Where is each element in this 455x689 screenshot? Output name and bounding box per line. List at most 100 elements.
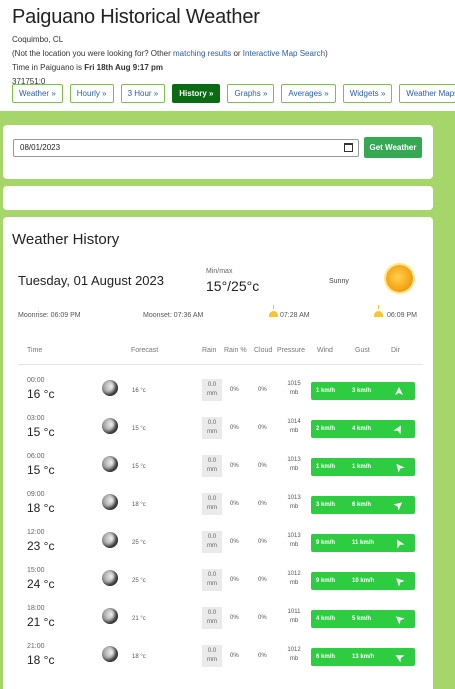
row-pressure: 1014 mb xyxy=(286,418,302,436)
row-rain-pct: 0% xyxy=(230,615,239,621)
row-forecast: 18 °c xyxy=(132,502,146,508)
moonrise-text: Moonrise: 06:09 PM xyxy=(18,312,81,319)
wind-badge: 1 km/h 3 km/h xyxy=(311,382,415,400)
blank-panel xyxy=(3,186,433,210)
row-forecast: 15 °c xyxy=(132,464,146,470)
row-time: 00:00 xyxy=(27,377,45,384)
tab-graphs[interactable]: Graphs » xyxy=(227,84,275,103)
row-pressure: 1012 mb xyxy=(286,646,302,664)
col-dir: Dir xyxy=(391,347,400,354)
rain-unit: mm xyxy=(207,391,217,397)
wind-direction-icon xyxy=(396,463,405,473)
row-rain: 0.0 mm xyxy=(202,531,222,553)
wind-speed: 3 km/h xyxy=(316,502,336,508)
rain-value: 0.0 xyxy=(207,496,217,502)
wind-direction-icon xyxy=(395,387,403,395)
calendar-icon[interactable] xyxy=(344,143,353,152)
row-rain: 0.0 mm xyxy=(202,493,222,515)
tab-widgets[interactable]: Widgets » xyxy=(342,84,393,103)
row-temp: 15 °c xyxy=(27,463,55,477)
map-search-link[interactable]: Interactive Map Search xyxy=(243,49,325,58)
tab-averages[interactable]: Averages » xyxy=(281,84,336,103)
tab-weather[interactable]: Weather » xyxy=(12,84,63,103)
gust-speed: 10 km/h xyxy=(352,578,375,584)
gust-speed: 11 km/h xyxy=(352,540,375,546)
pressure-value: 1011 xyxy=(287,609,301,615)
row-rain: 0.0 mm xyxy=(202,379,222,401)
time-prefix: Time in Paiguano is xyxy=(12,63,85,72)
row-forecast: 25 °c xyxy=(132,578,146,584)
col-wind: Wind xyxy=(317,347,333,354)
col-cloud: Cloud xyxy=(254,347,273,354)
matching-results-link[interactable]: matching results xyxy=(173,49,231,58)
pressure-unit: mb xyxy=(289,542,299,548)
date-form-panel: 08/01/2023 Get Weather xyxy=(3,125,433,179)
row-time: 12:00 xyxy=(27,529,45,536)
moon-icon xyxy=(102,380,118,396)
tab-3hour[interactable]: 3 Hour » xyxy=(120,84,166,103)
row-pressure: 1012 mb xyxy=(286,570,302,588)
wind-direction-icon xyxy=(393,425,401,435)
row-rain-pct: 0% xyxy=(230,463,239,469)
moon-icon xyxy=(102,646,118,662)
pressure-unit: mb xyxy=(289,428,299,434)
tab-weather-maps[interactable]: Weather Maps xyxy=(399,84,455,103)
row-rain: 0.0 mm xyxy=(202,455,222,477)
gust-speed: 4 km/h xyxy=(352,426,372,432)
pressure-value: 1014 xyxy=(287,419,301,425)
row-temp: 18 °c xyxy=(27,501,55,515)
pressure-unit: mb xyxy=(289,580,299,586)
page-title: Paiguano Historical Weather xyxy=(12,6,260,28)
wind-speed: 1 km/h xyxy=(316,464,336,470)
tab-hourly[interactable]: Hourly » xyxy=(69,84,114,103)
pressure-unit: mb xyxy=(289,466,299,472)
moon-icon xyxy=(102,570,118,586)
rain-value: 0.0 xyxy=(207,382,217,388)
moon-icon xyxy=(102,456,118,472)
pressure-unit: mb xyxy=(289,656,299,662)
moon-icon xyxy=(102,608,118,624)
wind-speed: 2 km/h xyxy=(316,426,336,432)
or-text: or xyxy=(231,49,243,58)
gust-speed: 5 km/h xyxy=(352,616,372,622)
rain-value: 0.0 xyxy=(207,648,217,654)
rain-unit: mm xyxy=(207,619,217,625)
col-rain-pct: Rain % xyxy=(224,347,247,354)
row-cloud: 0% xyxy=(258,653,267,659)
table-row: 12:00 23 °c 25 °c 0.0 mm 0% 0% 1013 mb 9 km/h 11 k… xyxy=(3,529,433,567)
rain-value: 0.0 xyxy=(207,572,217,578)
row-cloud: 0% xyxy=(258,577,267,583)
rain-unit: mm xyxy=(207,467,217,473)
moon-icon xyxy=(102,494,118,510)
date-value: 08/01/2023 xyxy=(20,143,61,152)
table-row: 06:00 15 °c 15 °c 0.0 mm 0% 0% 1013 mb 1 km/h 1 km… xyxy=(3,453,433,491)
row-time: 03:00 xyxy=(27,415,45,422)
row-time: 06:00 xyxy=(27,453,45,460)
wind-speed: 4 km/h xyxy=(316,616,336,622)
wind-direction-icon xyxy=(393,502,403,511)
get-weather-button[interactable]: Get Weather xyxy=(364,137,422,158)
condition-text: Sunny xyxy=(329,278,349,285)
tab-history[interactable]: History » xyxy=(172,84,221,103)
rain-value: 0.0 xyxy=(207,534,217,540)
date-heading: Tuesday, 01 August 2023 xyxy=(18,273,164,288)
row-temp: 18 °c xyxy=(27,653,55,667)
pressure-value: 1012 xyxy=(287,647,301,653)
sunset-text: 06:09 PM xyxy=(387,312,417,319)
minmax-label: Min/max xyxy=(206,268,233,275)
wind-badge: 6 km/h 13 km/h xyxy=(311,648,415,666)
weather-history-panel: Weather History Tuesday, 01 August 2023 … xyxy=(3,217,433,689)
date-input[interactable]: 08/01/2023 xyxy=(13,139,359,157)
rain-value: 0.0 xyxy=(207,458,217,464)
wind-speed: 6 km/h xyxy=(316,654,336,660)
row-forecast: 21 °c xyxy=(132,616,146,622)
pressure-value: 1013 xyxy=(287,495,301,501)
row-temp: 23 °c xyxy=(27,539,55,553)
row-rain-pct: 0% xyxy=(230,425,239,431)
rain-unit: mm xyxy=(207,543,217,549)
row-temp: 24 °c xyxy=(27,577,55,591)
pressure-value: 1013 xyxy=(287,533,301,539)
rain-value: 0.0 xyxy=(207,610,217,616)
row-time: 15:00 xyxy=(27,567,45,574)
row-rain-pct: 0% xyxy=(230,501,239,507)
